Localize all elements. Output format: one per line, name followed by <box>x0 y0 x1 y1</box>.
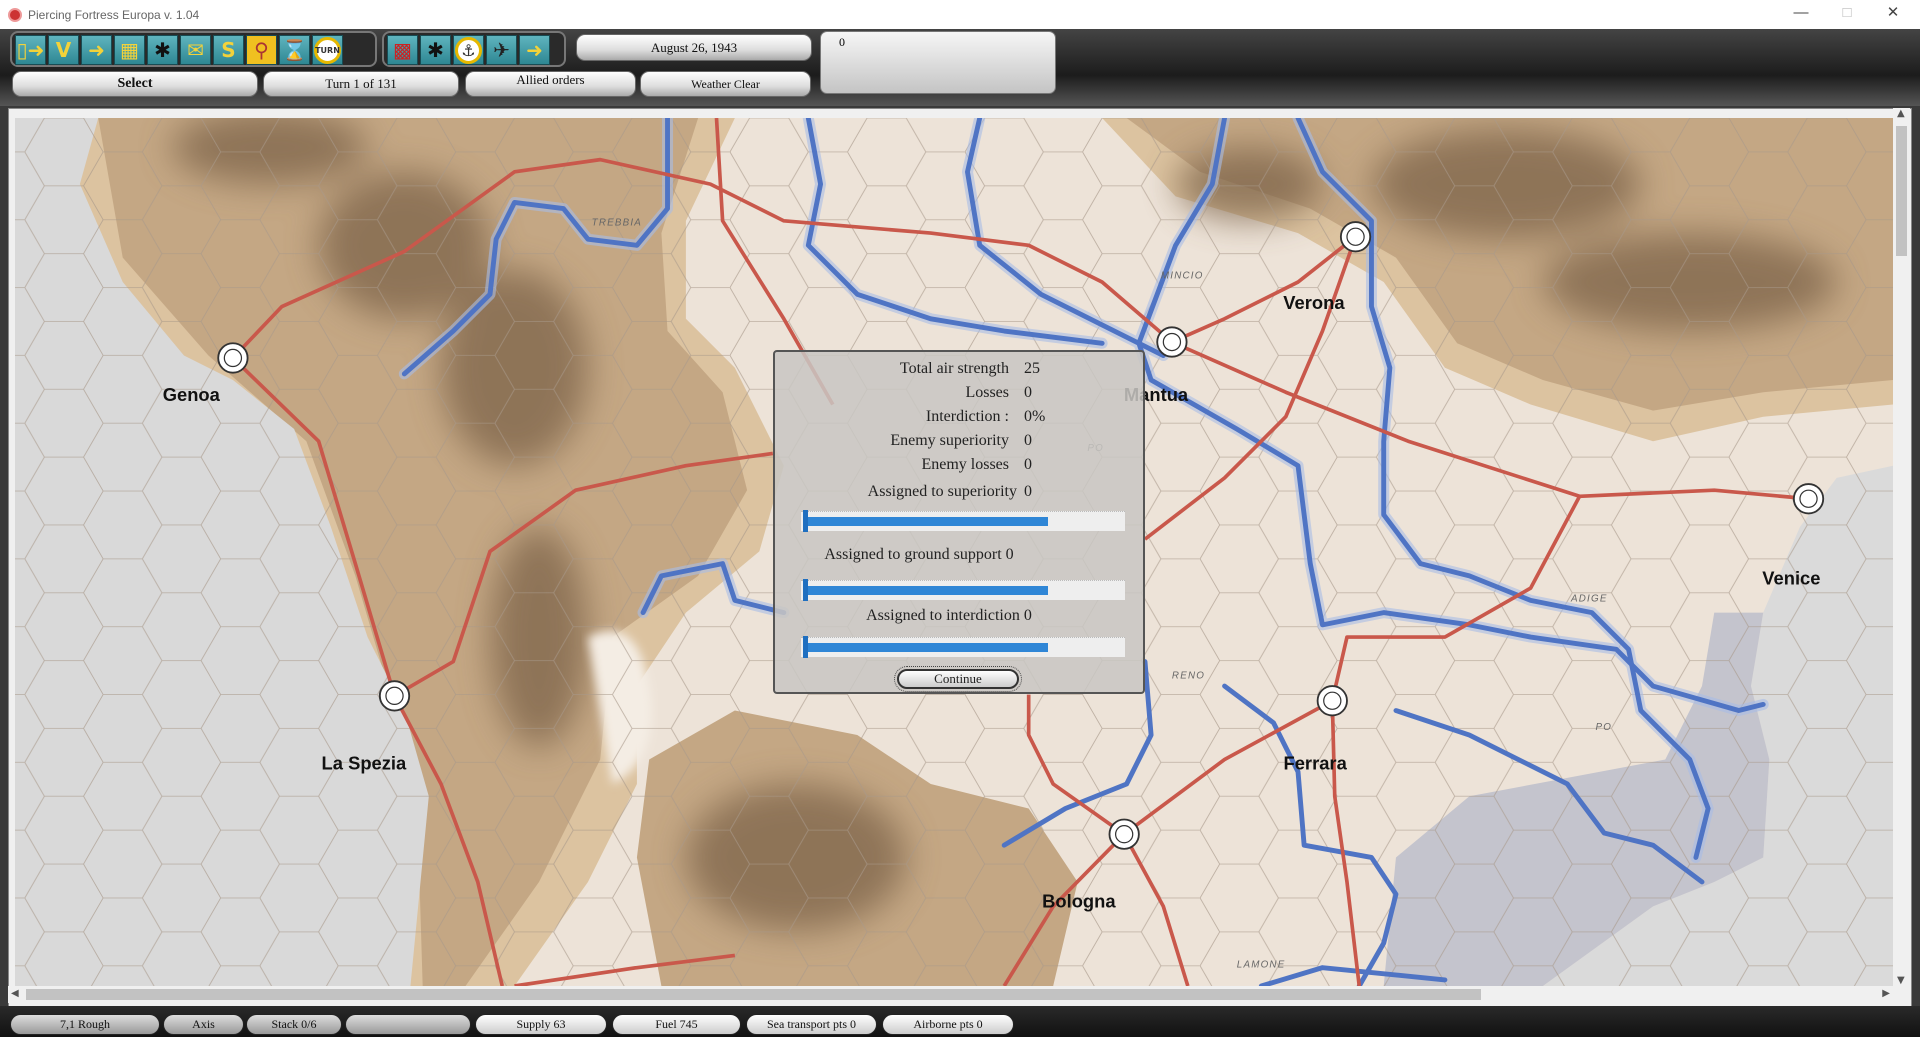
dialog-label: Enemy superiority <box>890 432 1009 449</box>
slider-handle[interactable] <box>803 510 808 532</box>
dialog-label: Interdiction : <box>925 408 1009 425</box>
soldier-icon[interactable]: ✱ <box>147 35 178 65</box>
status-airborne: Airborne pts 0 <box>882 1014 1014 1035</box>
toolbar-group-main: ▯➜ V ➜ ▦ ✱ ✉ S ⚲ ⌛ TURN <box>10 31 377 67</box>
arrow-right-icon[interactable]: ➜ <box>519 35 550 65</box>
dialog-label: Total air strength <box>899 360 1009 377</box>
airplane-icon[interactable]: ✈ <box>486 35 517 65</box>
anchor-button[interactable]: ⚓ <box>453 35 484 65</box>
slider-handle[interactable] <box>803 579 808 601</box>
end-turn-button[interactable]: TURN <box>312 35 343 65</box>
hourglass-icon[interactable]: ⌛ <box>279 35 310 65</box>
river-label: MINCIO <box>1161 270 1204 281</box>
status-fuel: Fuel 745 <box>612 1014 741 1035</box>
turn-display: Turn 1 of 131 <box>263 71 459 97</box>
status-stack: Stack 0/6 <box>246 1014 342 1035</box>
victory-icon: V <box>55 38 72 62</box>
horizontal-scrollbar[interactable]: ◀ ▶ <box>8 986 1893 1003</box>
dialog-label: Losses <box>965 384 1009 401</box>
interdiction-slider[interactable] <box>801 636 1125 658</box>
scroll-thumb[interactable] <box>26 989 1481 1000</box>
chart-icon[interactable]: ▩ <box>387 35 418 65</box>
ground-support-slider[interactable] <box>801 579 1125 601</box>
title-bar: Piercing Fortress Europa v. 1.04 — □ ✕ <box>0 0 1920 29</box>
mode-button[interactable]: Select <box>12 71 258 97</box>
scroll-up-icon[interactable]: ▲ <box>1897 108 1905 119</box>
dialog-value: 25 <box>1024 360 1040 377</box>
interdiction-label: Assigned to interdiction 0 <box>866 607 1032 624</box>
supply-button[interactable]: S <box>213 35 244 65</box>
continue-button[interactable]: Continue <box>894 666 1022 692</box>
dialog-value: 0 <box>1024 456 1032 473</box>
city-label: La Spezia <box>322 752 407 773</box>
info-value: 0 <box>839 35 845 49</box>
info-box: 0 <box>820 31 1056 94</box>
anchor-icon: ⚓ <box>455 36 482 64</box>
status-side: Axis <box>163 1014 244 1035</box>
search-magnifier-icon[interactable]: ⚲ <box>246 35 277 65</box>
slider-handle[interactable] <box>803 636 808 658</box>
status-empty <box>345 1014 471 1035</box>
scroll-left-icon[interactable]: ◀ <box>11 988 19 999</box>
river-label: PO <box>1596 722 1613 733</box>
river-label: RENO <box>1172 671 1205 682</box>
river-label: LAMONE <box>1237 960 1286 971</box>
dialog-value: 0 <box>1024 483 1032 500</box>
message-help-icon[interactable]: ✉ <box>180 35 211 65</box>
river-label: TREBBIA <box>592 218 642 229</box>
dialog-value: 0 <box>1024 384 1032 401</box>
scroll-right-icon[interactable]: ▶ <box>1882 988 1890 999</box>
date-display: August 26, 1943 <box>576 34 812 61</box>
unit-out-icon[interactable]: ▯➜ <box>15 35 46 65</box>
air-operations-dialog: Total air strength 25 Losses 0 Interdictio… <box>773 350 1145 694</box>
scroll-thumb[interactable] <box>1896 126 1907 256</box>
city-label: Ferrara <box>1284 752 1348 773</box>
troops-icon[interactable]: ✱ <box>420 35 451 65</box>
dialog-value: 0% <box>1024 408 1046 425</box>
maximize-button[interactable]: □ <box>1824 0 1870 29</box>
close-button[interactable]: ✕ <box>1870 0 1916 29</box>
city-label: Bologna <box>1042 891 1116 912</box>
window-title: Piercing Fortress Europa v. 1.04 <box>28 7 200 22</box>
weather-display: Weather Clear <box>640 71 811 97</box>
vertical-scrollbar[interactable]: ▲ ▼ <box>1893 108 1910 986</box>
minimize-button[interactable]: — <box>1778 0 1824 29</box>
ground-support-label: Assigned to ground support 0 <box>824 546 1014 563</box>
city-label: Verona <box>1283 292 1345 313</box>
dialog-label: Enemy losses <box>921 456 1009 473</box>
dialog-label: Assigned to superiority <box>867 483 1017 500</box>
status-supply: Supply 63 <box>475 1014 607 1035</box>
city-label: Genoa <box>163 384 221 405</box>
supply-crates-icon[interactable]: ▦ <box>114 35 145 65</box>
app-icon <box>8 7 22 22</box>
victory-button[interactable]: V <box>48 35 79 65</box>
status-sea-transport: Sea transport pts 0 <box>746 1014 877 1035</box>
unit-in-icon[interactable]: ➜ <box>81 35 112 65</box>
superiority-slider[interactable] <box>801 510 1125 532</box>
city-label: Venice <box>1762 567 1820 588</box>
dialog-value: 0 <box>1024 432 1032 449</box>
river-label: ADIGE <box>1570 594 1608 605</box>
status-bar: 7,1 Rough Axis Stack 0/6 Supply 63 Fuel … <box>0 1006 1920 1037</box>
toolbar-group-secondary: ▩ ✱ ⚓ ✈ ➜ <box>382 31 566 67</box>
status-hex-terrain: 7,1 Rough <box>10 1014 160 1035</box>
orders-display: Allied orders <box>465 71 636 97</box>
supply-s-icon: S <box>221 38 236 62</box>
scroll-down-icon[interactable]: ▼ <box>1897 975 1905 986</box>
end-turn-icon: TURN <box>314 36 341 64</box>
